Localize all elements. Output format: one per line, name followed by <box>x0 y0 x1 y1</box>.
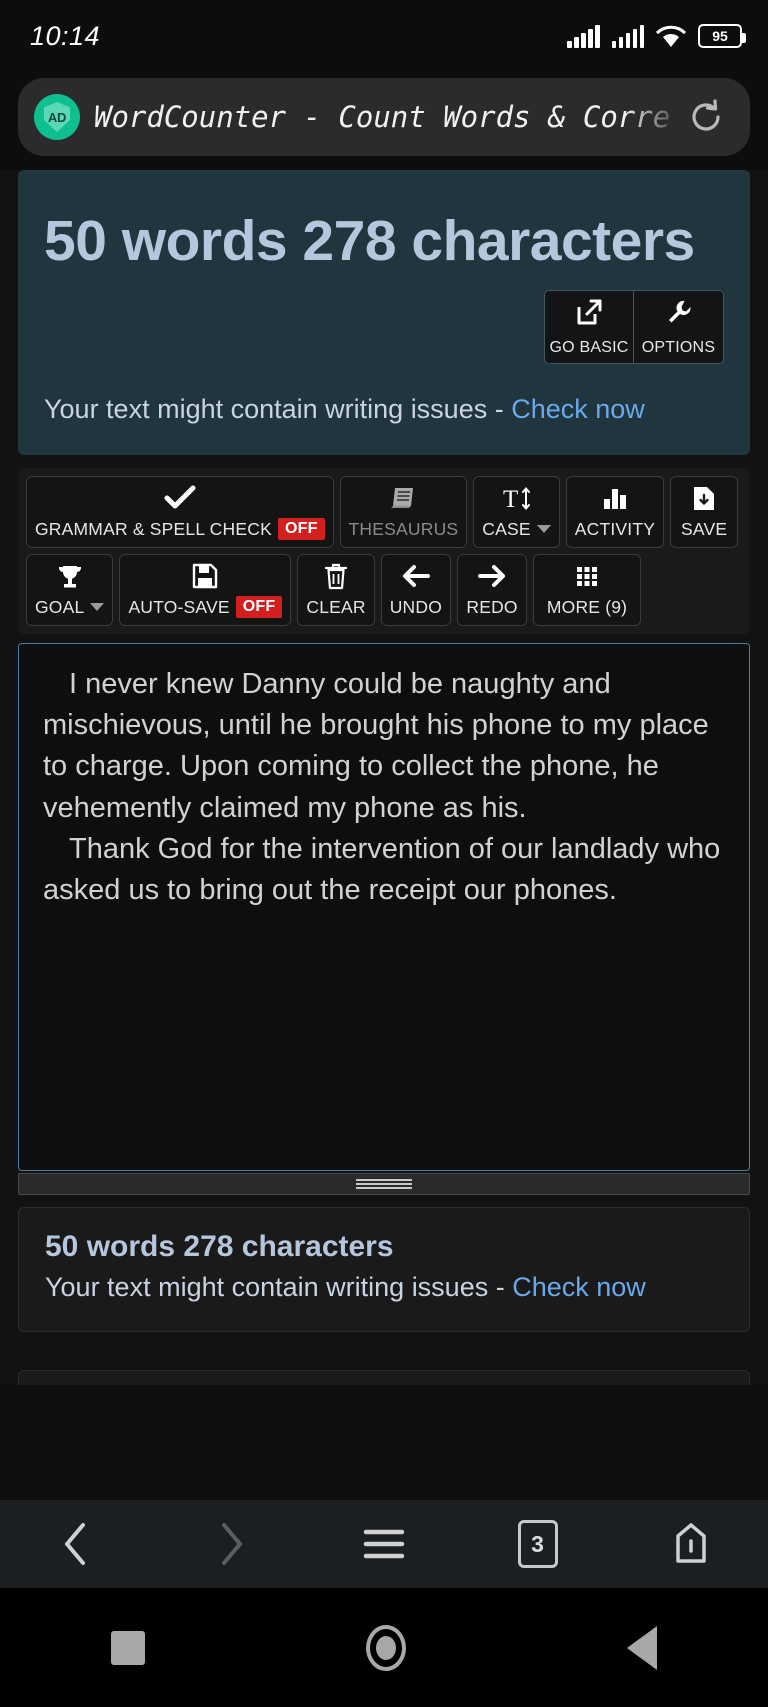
grammar-status-badge: OFF <box>277 518 325 541</box>
grammar-spell-check-label: GRAMMAR & SPELL CHECK <box>35 518 272 539</box>
battery-icon: 95 <box>698 24 746 48</box>
battery-percent: 95 <box>712 28 728 44</box>
bottom-check-now-link[interactable]: Check now <box>512 1272 646 1302</box>
editor-toolbar: GRAMMAR & SPELL CHECK OFF THESAURUS T CA… <box>18 468 750 635</box>
recents-square-icon[interactable] <box>110 1630 145 1665</box>
back-triangle-icon[interactable] <box>627 1625 658 1670</box>
grid-icon <box>573 563 601 590</box>
clear-label: CLEAR <box>306 596 366 617</box>
goal-label: GOAL <box>35 596 85 617</box>
ad-badge-label: AD <box>47 109 67 125</box>
undo-label: UNDO <box>389 596 443 617</box>
browser-bottom-nav: 3 <box>0 1500 768 1588</box>
signal-icon <box>611 24 644 48</box>
hero-counter-panel: 50 words 278 characters GO BASIC OPTIONS… <box>18 170 750 456</box>
save-file-icon <box>691 485 717 512</box>
text-editor-textarea[interactable]: I never knew Danny could be naughty and … <box>18 643 750 1172</box>
hero-check-now-link[interactable]: Check now <box>511 394 645 424</box>
wifi-icon <box>656 25 686 48</box>
text-case-icon: T <box>502 485 532 512</box>
bottom-counter-card: 50 words 278 characters Your text might … <box>18 1207 750 1333</box>
go-basic-button[interactable]: GO BASIC <box>544 290 634 365</box>
phone-screen: 10:14 95 AD WordCounter - Count Words & … <box>0 0 768 1707</box>
browser-url-bar-container: AD WordCounter - Count Words & Correct <box>0 72 768 170</box>
tab-switcher-button[interactable]: 3 <box>506 1512 570 1576</box>
activity-button[interactable]: ACTIVITY <box>565 476 665 549</box>
redo-button[interactable]: REDO <box>457 554 528 627</box>
android-system-nav-bar <box>0 1588 768 1707</box>
status-clock: 10:14 <box>30 20 101 51</box>
arrow-right-icon <box>477 563 507 590</box>
hero-note-text: Your text might contain writing issues - <box>44 394 512 425</box>
save-label: SAVE <box>681 518 728 539</box>
trophy-icon <box>56 563 84 590</box>
options-label: OPTIONS <box>641 339 716 357</box>
textarea-resize-handle[interactable] <box>18 1173 750 1196</box>
status-icon-group: 95 <box>567 24 746 48</box>
system-status-bar: 10:14 95 <box>0 0 768 72</box>
web-page-content: 50 words 278 characters GO BASIC OPTIONS… <box>0 170 768 1385</box>
home-circle-icon[interactable] <box>365 1624 406 1671</box>
case-button[interactable]: T CASE <box>473 476 560 549</box>
external-link-icon <box>574 297 604 332</box>
resize-grip-icon <box>356 1178 412 1190</box>
editor-paragraph: I never knew Danny could be naughty and … <box>43 668 709 824</box>
tab-count: 3 <box>517 1520 558 1568</box>
goal-button[interactable]: GOAL <box>26 554 114 627</box>
back-icon[interactable] <box>45 1512 109 1576</box>
toolbar-row-1: GRAMMAR & SPELL CHECK OFF THESAURUS T CA… <box>26 476 742 549</box>
go-basic-label: GO BASIC <box>549 339 629 357</box>
redo-label: REDO <box>466 596 518 617</box>
bottom-writing-issues-note: Your text might contain writing issues -… <box>45 1272 723 1303</box>
trash-icon <box>324 563 348 590</box>
thesaurus-label: THESAURUS <box>348 518 459 539</box>
arrow-left-icon <box>401 563 431 590</box>
more-label: MORE (9) <box>546 596 628 617</box>
signal-icon <box>567 24 600 48</box>
page-title[interactable]: WordCounter - Count Words & Correct <box>94 100 670 134</box>
wrench-icon <box>664 297 694 332</box>
hamburger-menu-icon[interactable] <box>352 1512 416 1576</box>
options-button[interactable]: OPTIONS <box>634 290 724 365</box>
reload-icon[interactable] <box>684 95 728 139</box>
hero-writing-issues-note: Your text might contain writing issues -… <box>44 394 724 425</box>
chevron-down-icon <box>90 603 105 612</box>
bottom-note-text: Your text might contain writing issues - <box>45 1272 513 1303</box>
info-card: What is WordCounter? <box>18 1370 750 1385</box>
save-button[interactable]: SAVE <box>670 476 739 549</box>
ad-shield-icon[interactable]: AD <box>34 94 80 140</box>
forward-icon <box>198 1512 262 1576</box>
activity-label: ACTIVITY <box>574 518 656 539</box>
auto-save-label: AUTO-SAVE <box>128 596 230 617</box>
auto-save-status-badge: OFF <box>235 596 283 619</box>
clear-button[interactable]: CLEAR <box>297 554 375 627</box>
book-icon <box>389 485 417 512</box>
bottom-word-count: 50 words 278 characters <box>45 1230 394 1264</box>
hero-button-group: GO BASIC OPTIONS <box>44 290 724 365</box>
more-button[interactable]: MORE (9) <box>533 554 642 627</box>
auto-save-button[interactable]: AUTO-SAVE OFF <box>119 554 292 627</box>
grammar-spell-check-button[interactable]: GRAMMAR & SPELL CHECK OFF <box>26 476 334 549</box>
toolbar-row-2: GOAL AUTO-SAVE OFF CLEAR UNDO REDO MORE … <box>26 554 742 627</box>
floppy-icon <box>192 562 218 589</box>
chevron-down-icon <box>536 525 551 534</box>
browser-url-bar[interactable]: AD WordCounter - Count Words & Correct <box>18 78 750 156</box>
svg-text:T: T <box>503 486 518 512</box>
home-icon[interactable] <box>659 1512 723 1576</box>
bar-chart-icon <box>601 485 629 512</box>
editor-paragraph: Thank God for the intervention of our la… <box>43 832 721 906</box>
case-label: CASE <box>482 518 531 539</box>
undo-button[interactable]: UNDO <box>380 554 452 627</box>
word-count-heading: 50 words 278 characters <box>44 209 695 273</box>
thesaurus-button[interactable]: THESAURUS <box>339 476 468 549</box>
check-icon <box>164 484 196 511</box>
